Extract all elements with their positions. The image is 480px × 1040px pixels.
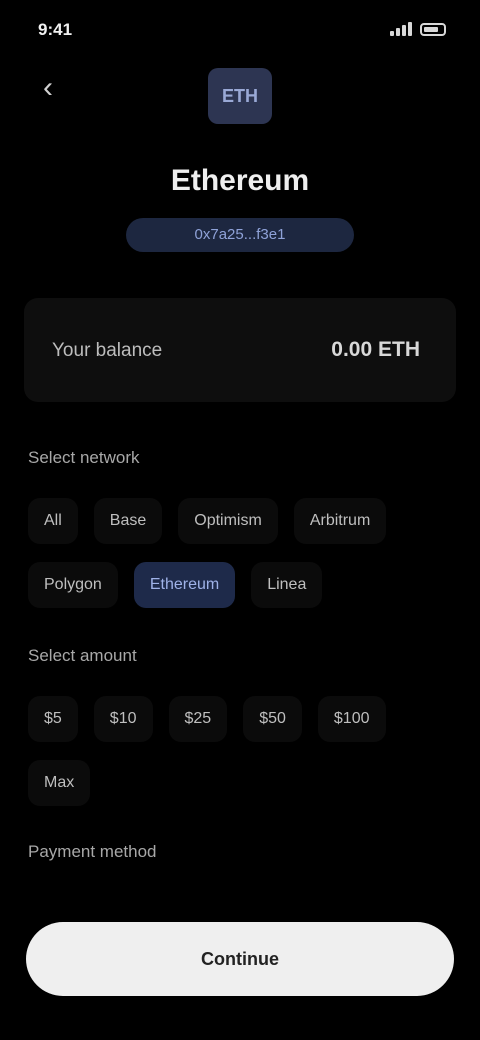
token-name: Ethereum [170, 164, 310, 197]
battery-icon [420, 23, 446, 36]
network-chip[interactable]: All [28, 498, 78, 544]
balance-value: 0.00 ETH [331, 338, 420, 361]
status-time: 9:41 [38, 20, 73, 39]
amount-chip[interactable]: $100 [317, 696, 386, 742]
amount-chips: $5 $10 $25 $50 $100 Max [28, 696, 452, 806]
status-icons [390, 22, 446, 36]
network-chip[interactable]: Polygon [28, 562, 118, 608]
chevron-left-icon: ‹ [43, 71, 53, 104]
section-title-payment: Payment method [28, 842, 157, 861]
network-chip[interactable]: Linea [251, 562, 323, 608]
screen: 9:41 ‹ ETH Ethereum 0x7a25...f3e1 Your b… [0, 0, 480, 1040]
balance-label: Your balance [52, 340, 163, 361]
signal-icon [390, 22, 412, 36]
amount-chip[interactable]: $10 [93, 696, 153, 742]
balance-card: Your balance 0.00 ETH [24, 298, 456, 402]
section-title-network: Select network [28, 448, 140, 467]
section-title-amount: Select amount [28, 646, 137, 665]
token-logo: ETH [208, 68, 272, 124]
amount-chip[interactable]: $5 [28, 696, 78, 742]
status-bar: 9:41 [0, 14, 480, 44]
network-chip-selected[interactable]: Ethereum [133, 562, 236, 608]
amount-chip[interactable]: Max [28, 760, 91, 806]
continue-button[interactable]: Continue [26, 922, 454, 996]
amount-chip[interactable]: $25 [168, 696, 228, 742]
back-button[interactable]: ‹ [26, 66, 70, 110]
network-chip[interactable]: Arbitrum [293, 498, 387, 544]
network-chip[interactable]: Base [93, 498, 163, 544]
network-chip[interactable]: Optimism [178, 498, 278, 544]
amount-chip[interactable]: $50 [243, 696, 302, 742]
token-address-pill[interactable]: 0x7a25...f3e1 [126, 218, 354, 252]
network-chips: All Base Optimism Arbitrum Polygon Ether… [28, 498, 452, 608]
